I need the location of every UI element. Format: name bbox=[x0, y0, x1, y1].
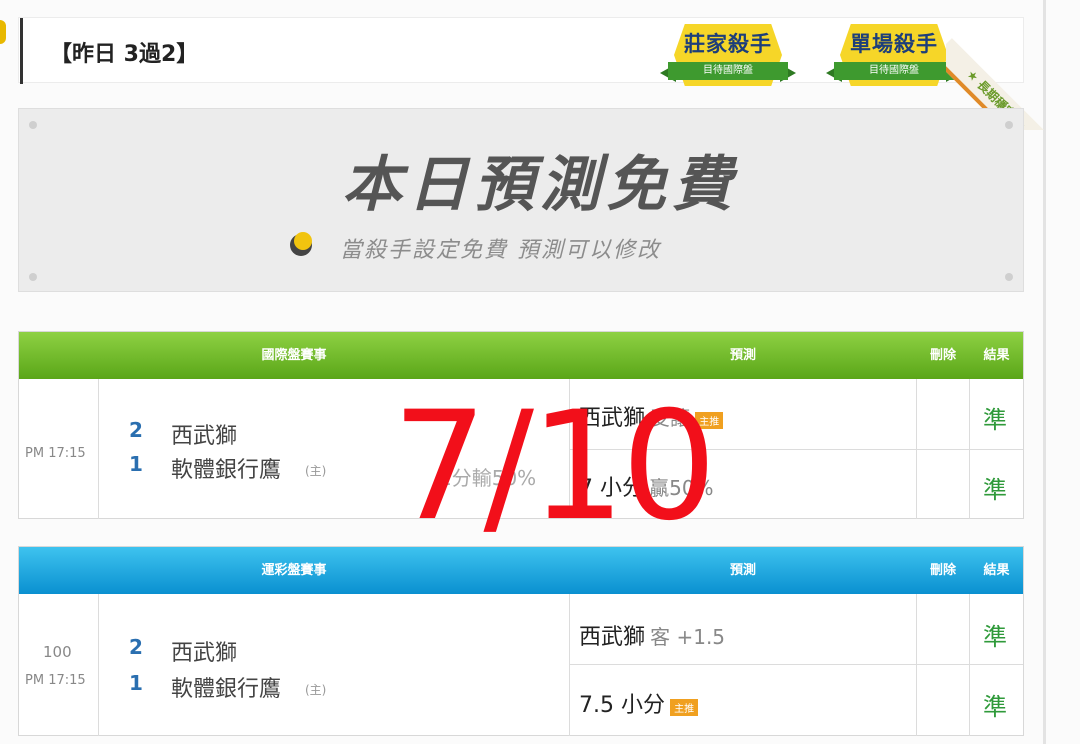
col-event-header: 運彩盤賽事 bbox=[261, 563, 327, 578]
badge-title: 單場殺手 bbox=[850, 32, 938, 56]
table-header: 運彩盤賽事 預測 刪除 結果 bbox=[19, 547, 1023, 594]
team2-score: 1 bbox=[129, 671, 143, 695]
col-event-header: 國際盤賽事 bbox=[261, 348, 327, 363]
team1-score: 2 bbox=[129, 418, 143, 442]
col-result-header: 結果 bbox=[983, 348, 1010, 363]
prediction-team: 西武獅 bbox=[579, 625, 646, 650]
single-killer-badge: 單場殺手 目待國際盤 bbox=[826, 20, 962, 96]
badge-ribbon: 目待國際盤 bbox=[668, 62, 788, 80]
promo-title: 本日預測免費 bbox=[342, 150, 738, 220]
badge-title: 莊家殺手 bbox=[684, 32, 772, 56]
header-accent-bar bbox=[20, 18, 23, 84]
main-pick-tag: 主推 bbox=[670, 699, 699, 716]
game-time: PM 17:15 bbox=[25, 446, 86, 461]
col-delete-header: 刪除 bbox=[929, 348, 956, 363]
home-mark: (主) bbox=[305, 683, 327, 697]
prediction-type: 客 +1.5 bbox=[650, 625, 726, 649]
team2-score: 1 bbox=[129, 452, 143, 476]
home-mark: (主) bbox=[305, 464, 327, 478]
lightbulb-icon bbox=[290, 230, 320, 258]
screw-icon bbox=[1005, 273, 1013, 281]
record-overlay-text: 7/10 bbox=[392, 380, 717, 554]
prediction-total: 7.5 小分 bbox=[579, 693, 665, 718]
team2-name: 軟體銀行鷹 bbox=[171, 458, 282, 483]
result-1: 準 bbox=[983, 406, 1007, 434]
screw-icon bbox=[1005, 121, 1013, 129]
col-result-header: 結果 bbox=[983, 563, 1010, 578]
team1-name: 西武獅 bbox=[171, 641, 238, 666]
col-predict-header: 預測 bbox=[729, 348, 756, 363]
badge-ribbon: 目待國際盤 bbox=[834, 62, 954, 80]
prediction-1: 西武獅 客 +1.5 bbox=[579, 619, 725, 651]
result-1: 準 bbox=[983, 623, 1007, 651]
left-marker bbox=[0, 20, 6, 44]
col-predict-header: 預測 bbox=[729, 563, 756, 578]
screw-icon bbox=[29, 273, 37, 281]
promo-subtitle: 當殺手設定免費 預測可以修改 bbox=[340, 238, 661, 263]
page-title: 【昨日 3過2】 bbox=[50, 42, 199, 67]
lottery-games-table: 運彩盤賽事 預測 刪除 結果 100 PM 17:15 2 西武獅 1 軟體銀行… bbox=[18, 546, 1024, 736]
table-header: 國際盤賽事 預測 刪除 結果 bbox=[19, 332, 1023, 379]
prediction-2: 7.5 小分 主推 bbox=[579, 687, 699, 719]
game-time: PM 17:15 bbox=[25, 673, 86, 688]
result-2: 準 bbox=[983, 476, 1007, 504]
col-delete-header: 刪除 bbox=[929, 563, 956, 578]
team1-score: 2 bbox=[129, 635, 143, 659]
screw-icon bbox=[29, 121, 37, 129]
result-2: 準 bbox=[983, 693, 1007, 721]
team2-name: 軟體銀行鷹 bbox=[171, 677, 282, 702]
game-number: 100 bbox=[43, 643, 72, 661]
dealer-killer-badge: 莊家殺手 目待國際盤 bbox=[660, 20, 796, 96]
team1-name: 西武獅 bbox=[171, 424, 238, 449]
